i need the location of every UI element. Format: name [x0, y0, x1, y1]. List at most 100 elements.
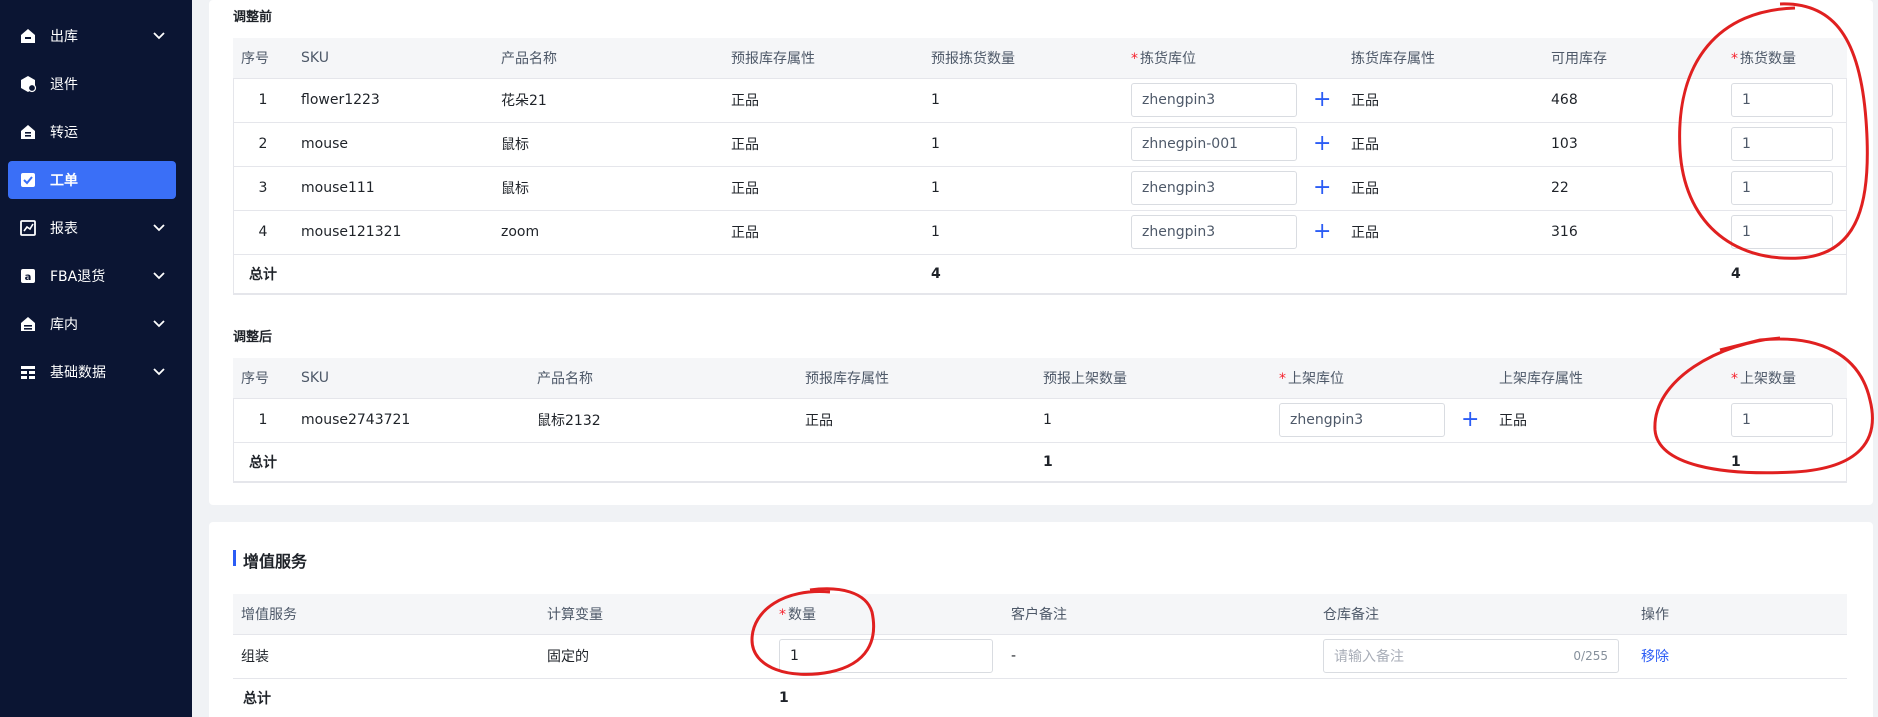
row-forecast-attr: 正品	[723, 166, 923, 211]
sidebar-item-workorder[interactable]: 工单	[8, 161, 176, 199]
sidebar: 出库 退件 转运 工单 报表 a FBA退货 库内 基础数据	[0, 0, 192, 717]
add-location-icon[interactable]: +	[1313, 221, 1331, 243]
col-forecast-attr: 预报库存属性	[797, 358, 1035, 399]
row-put-qty-cell: 1	[1723, 398, 1847, 443]
total-label: 总计	[233, 254, 923, 295]
transfer-icon	[18, 122, 38, 142]
sidebar-item-label: 出库	[50, 29, 78, 45]
before-section-title: 调整前	[233, 10, 273, 25]
total-row: 总计 4 4	[233, 254, 1847, 295]
col-product-name: 产品名称	[493, 38, 723, 79]
row-pick-qty-cell: 1	[1723, 166, 1847, 211]
pick-qty-input[interactable]: 1	[1731, 171, 1833, 205]
vas-qty-input[interactable]: 1	[779, 639, 993, 673]
total-spacer	[1123, 254, 1723, 295]
chevron-down-icon	[152, 269, 166, 283]
row-location-cell: zhengpin3 +	[1123, 78, 1343, 123]
row-product-name: 花朵21	[493, 78, 723, 123]
sidebar-item-report[interactable]: 报表	[8, 209, 176, 247]
col-put-attr: 上架库存属性	[1491, 358, 1723, 399]
col-action: 操作	[1633, 594, 1847, 635]
fba-return-icon: a	[18, 266, 38, 286]
row-location-cell: zhengpin3 +	[1271, 398, 1491, 443]
vas-section-title: 增值服务	[243, 552, 308, 571]
add-location-icon[interactable]: +	[1313, 177, 1331, 199]
after-section-title: 调整后	[233, 330, 273, 345]
sidebar-item-outbound[interactable]: 出库	[8, 17, 176, 55]
row-variable: 固定的	[539, 634, 771, 679]
chevron-down-icon	[152, 221, 166, 235]
table-row: 1 flower1223 花朵21 正品 1 zhengpin3 + 正品 468…	[233, 78, 1847, 123]
row-product-name: 鼠标2132	[529, 398, 797, 443]
report-icon	[18, 218, 38, 238]
row-action-cell: 移除	[1633, 634, 1847, 679]
after-table: 序号 SKU 产品名称 预报库存属性 预报上架数量 * 上架库位 上架库存属性 *…	[233, 358, 1847, 483]
row-location-cell: zhnegpin-001 +	[1123, 122, 1343, 167]
pick-location-input[interactable]: zhengpin3	[1131, 215, 1297, 249]
put-qty-input[interactable]: 1	[1731, 403, 1833, 437]
row-product-name: 鼠标	[493, 122, 723, 167]
warehouse-note-input[interactable]: 请输入备注 0/255	[1323, 639, 1619, 673]
workorder-icon	[18, 170, 38, 190]
row-available: 468	[1543, 78, 1723, 123]
pick-qty-input[interactable]: 1	[1731, 127, 1833, 161]
chevron-down-icon	[152, 365, 166, 379]
col-pick-location: * 拣货库位	[1123, 38, 1343, 79]
sidebar-item-label: 库内	[50, 317, 78, 333]
pick-location-input[interactable]: zhengpin3	[1131, 83, 1297, 117]
add-location-icon[interactable]: +	[1461, 409, 1479, 431]
vas-table-header: 增值服务 计算变量 * 数量 客户备注 仓库备注 操作	[233, 594, 1847, 635]
row-location-cell: zhengpin3 +	[1123, 210, 1343, 255]
col-available-stock: 可用库存	[1543, 38, 1723, 79]
row-pick-qty-cell: 1	[1723, 210, 1847, 255]
col-forecast-pick-qty: 预报拣货数量	[923, 38, 1123, 79]
col-pick-qty: * 拣货数量	[1723, 38, 1847, 79]
put-location-input[interactable]: zhengpin3	[1279, 403, 1445, 437]
col-pick-attr: 拣货库存属性	[1343, 38, 1543, 79]
section-accent-bar	[233, 550, 236, 566]
row-customer-note: -	[1003, 634, 1315, 679]
pick-qty-input[interactable]: 1	[1731, 83, 1833, 117]
outbound-icon	[18, 26, 38, 46]
sidebar-item-label: 报表	[50, 221, 78, 237]
row-forecast-qty: 1	[923, 210, 1123, 255]
row-product-name: 鼠标	[493, 166, 723, 211]
row-pick-qty-cell: 1	[1723, 122, 1847, 167]
sidebar-item-base-data[interactable]: 基础数据	[8, 353, 176, 391]
pick-location-input[interactable]: zhnegpin-001	[1131, 127, 1297, 161]
add-location-icon[interactable]: +	[1313, 89, 1331, 111]
svg-text:a: a	[25, 272, 32, 283]
return-icon	[18, 74, 38, 94]
pick-location-input[interactable]: zhengpin3	[1131, 171, 1297, 205]
warehouse-icon	[18, 314, 38, 334]
row-available: 103	[1543, 122, 1723, 167]
row-index: 1	[233, 78, 293, 123]
table-row: 1 mouse2743721 鼠标2132 正品 1 zhengpin3 + 正品…	[233, 398, 1847, 443]
char-count: 0/255	[1573, 649, 1608, 663]
pick-qty-input[interactable]: 1	[1731, 215, 1833, 249]
row-forecast-attr: 正品	[723, 122, 923, 167]
row-location-cell: zhengpin3 +	[1123, 166, 1343, 211]
row-forecast-qty: 1	[923, 122, 1123, 167]
table-row: 4 mouse121321 zoom 正品 1 zhengpin3 + 正品 31…	[233, 210, 1847, 255]
row-sku: flower1223	[293, 78, 493, 123]
row-forecast-attr: 正品	[723, 78, 923, 123]
sidebar-item-label: 工单	[50, 173, 78, 189]
row-pick-attr: 正品	[1343, 122, 1543, 167]
row-sku: mouse2743721	[293, 398, 529, 443]
sidebar-item-transfer[interactable]: 转运	[8, 113, 176, 151]
total-spacer	[1003, 678, 1847, 717]
sidebar-item-return[interactable]: 退件	[8, 65, 176, 103]
row-pick-attr: 正品	[1343, 166, 1543, 211]
sidebar-item-in-warehouse[interactable]: 库内	[8, 305, 176, 343]
total-row: 总计 1 1	[233, 442, 1847, 483]
col-customer-note: 客户备注	[1003, 594, 1315, 635]
row-warehouse-note-cell: 请输入备注 0/255	[1315, 634, 1633, 679]
row-pick-qty-cell: 1	[1723, 78, 1847, 123]
chevron-down-icon	[152, 29, 166, 43]
table-row: 3 mouse111 鼠标 正品 1 zhengpin3 + 正品 22 1	[233, 166, 1847, 211]
remove-link[interactable]: 移除	[1641, 649, 1669, 665]
sidebar-item-fba-return[interactable]: a FBA退货	[8, 257, 176, 295]
add-location-icon[interactable]: +	[1313, 133, 1331, 155]
row-qty-cell: 1	[771, 634, 1003, 679]
